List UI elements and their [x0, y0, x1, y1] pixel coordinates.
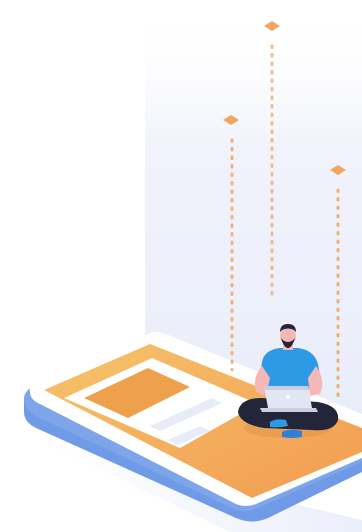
illustration-svg [24, 0, 362, 532]
illustration-canvas [0, 0, 362, 532]
person-shoe-right [282, 429, 302, 438]
